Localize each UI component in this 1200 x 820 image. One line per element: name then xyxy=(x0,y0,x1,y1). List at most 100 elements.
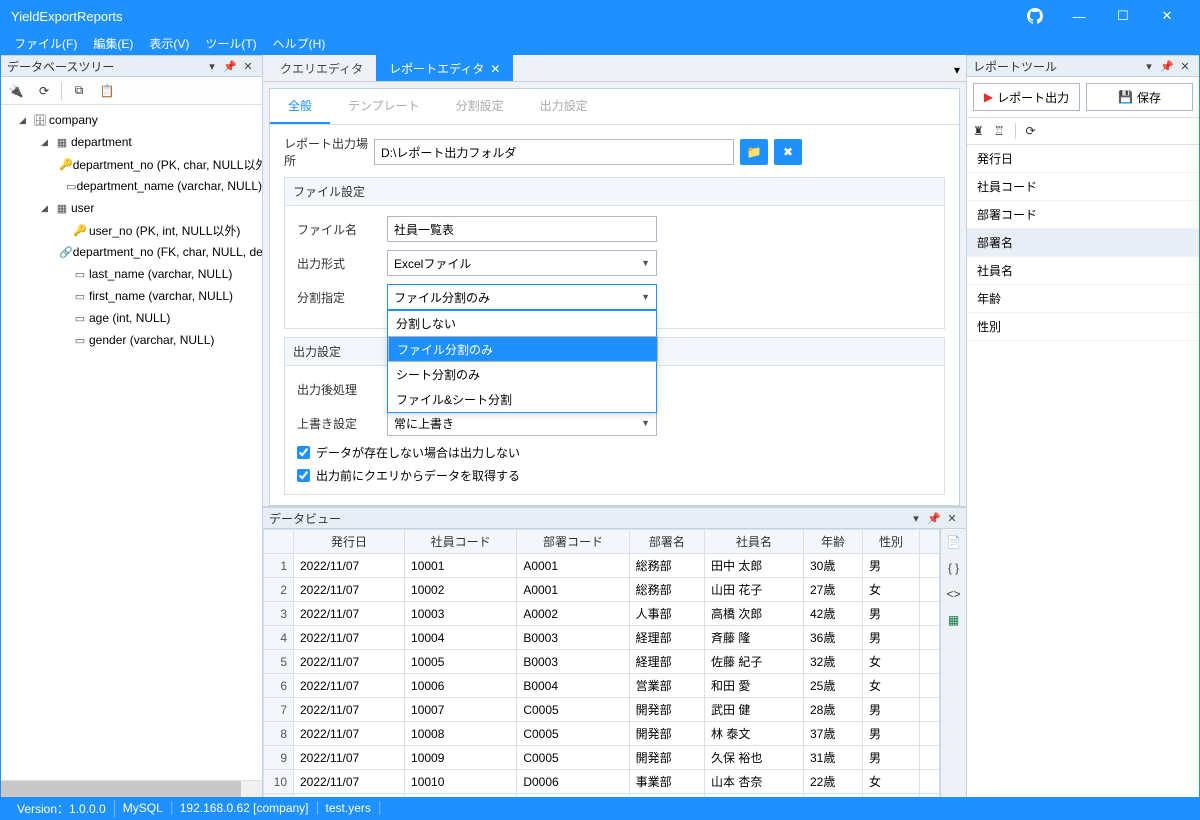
tabs-dropdown-icon[interactable]: ▾ xyxy=(948,59,966,81)
tree-table-node[interactable]: ◢▦user xyxy=(1,197,262,219)
menu-item[interactable]: 編集(E) xyxy=(85,35,141,52)
check-no-data[interactable] xyxy=(297,446,310,459)
export-json-icon[interactable]: { } xyxy=(945,559,963,577)
tab-query-editor[interactable]: クエリエディタ xyxy=(267,55,376,81)
tree-column-node[interactable]: ▭gender (varchar, NULL) xyxy=(1,329,262,351)
tool-icon-1[interactable]: ♜ xyxy=(973,124,984,138)
clear-path-button[interactable]: ✖ xyxy=(774,139,802,165)
export-xml-icon[interactable]: <> xyxy=(945,585,963,603)
tree-column-node[interactable]: ▭age (int, NULL) xyxy=(1,307,262,329)
copy-icon[interactable]: ⧉ xyxy=(68,80,90,102)
tree-column-node[interactable]: 🔑user_no (PK, int, NULL以外) xyxy=(1,219,262,241)
github-icon[interactable] xyxy=(1013,1,1057,31)
table-row[interactable]: 72022/11/0710007C0005開発部武田 健28歳男 xyxy=(264,698,940,722)
grid-header[interactable]: 性別 xyxy=(863,530,920,554)
tree-db-node[interactable]: ◢🗄company xyxy=(1,109,262,131)
grid-header[interactable]: 年齢 xyxy=(804,530,863,554)
main-tabs: クエリエディタ レポートエディタ✕ ▾ xyxy=(263,55,966,82)
panel-close-icon[interactable]: ✕ xyxy=(944,510,960,526)
tab-close-icon[interactable]: ✕ xyxy=(490,62,500,76)
subtab[interactable]: 全般 xyxy=(270,89,330,124)
pin-icon[interactable]: 📌 xyxy=(926,510,942,526)
tree-column-node[interactable]: 🔗department_no (FK, char, NULL, departme… xyxy=(1,241,262,263)
grid-header[interactable]: 発行日 xyxy=(294,530,405,554)
grid-header[interactable]: 部署名 xyxy=(629,530,704,554)
grid-header[interactable]: 部署コード xyxy=(517,530,629,554)
field-list-item[interactable]: 年齢 xyxy=(967,285,1199,313)
format-select[interactable]: Excelファイル▼ xyxy=(387,250,657,276)
report-tool-header: レポートツール ▾ 📌 ✕ xyxy=(967,55,1199,77)
table-row[interactable]: 42022/11/0710004B0003経理部斉藤 隆36歳男 xyxy=(264,626,940,650)
filename-input[interactable] xyxy=(387,216,657,242)
minimize-button[interactable]: ― xyxy=(1057,1,1101,31)
table-row[interactable]: 92022/11/0710009C0005開発部久保 裕也31歳男 xyxy=(264,746,940,770)
table-row[interactable]: 12022/11/0710001A0001総務部田中 太郎30歳男 xyxy=(264,554,940,578)
database-tree[interactable]: ◢🗄company◢▦department🔑department_no (PK,… xyxy=(1,105,262,780)
split-option[interactable]: 分割しない xyxy=(388,311,656,336)
tab-report-editor[interactable]: レポートエディタ✕ xyxy=(376,55,513,81)
split-option[interactable]: ファイル分割のみ xyxy=(388,336,658,362)
tree-column-node[interactable]: 🔑department_no (PK, char, NULL以外) xyxy=(1,153,262,175)
refresh-icon[interactable]: ⟳ xyxy=(1026,124,1036,138)
tree-scrollbar[interactable] xyxy=(1,780,262,797)
pin-icon[interactable]: 📌 xyxy=(1159,58,1175,74)
field-list-item[interactable]: 部署コード xyxy=(967,201,1199,229)
maximize-button[interactable]: ☐ xyxy=(1101,1,1145,31)
check-prefetch-label: 出力前にクエリからデータを取得する xyxy=(316,467,520,484)
table-row[interactable]: 102022/11/0710010D0006事業部山本 杏奈22歳女 xyxy=(264,770,940,794)
dropdown-icon[interactable]: ▾ xyxy=(908,510,924,526)
dropdown-icon[interactable]: ▾ xyxy=(204,58,220,74)
chevron-down-icon: ▼ xyxy=(641,418,650,428)
panel-close-icon[interactable]: ✕ xyxy=(240,58,256,74)
table-row[interactable]: 32022/11/0710003A0002人事部高橋 次郎42歳男 xyxy=(264,602,940,626)
field-list-item[interactable]: 社員名 xyxy=(967,257,1199,285)
check-prefetch[interactable] xyxy=(297,469,310,482)
field-list-item[interactable]: 性別 xyxy=(967,313,1199,341)
tree-column-node[interactable]: ▭first_name (varchar, NULL) xyxy=(1,285,262,307)
browse-folder-button[interactable]: 📁 xyxy=(740,139,768,165)
close-button[interactable]: ✕ xyxy=(1145,1,1189,31)
subtab[interactable]: テンプレート xyxy=(330,89,438,124)
refresh-icon[interactable]: ⟳ xyxy=(33,80,55,102)
field-list-item[interactable]: 社員コード xyxy=(967,173,1199,201)
grid-header[interactable]: 社員コード xyxy=(405,530,517,554)
tree-table-node[interactable]: ◢▦department xyxy=(1,131,262,153)
grid-header[interactable]: 社員名 xyxy=(705,530,804,554)
table-row[interactable]: 82022/11/0710008C0005開発部林 泰文37歳男 xyxy=(264,722,940,746)
menu-item[interactable]: ヘルプ(H) xyxy=(265,35,334,52)
output-path-input[interactable] xyxy=(374,139,734,165)
tree-column-node[interactable]: ▭department_name (varchar, NULL) xyxy=(1,175,262,197)
format-label: 出力形式 xyxy=(297,255,387,272)
tool-icon-2[interactable]: ♖ xyxy=(994,124,1005,138)
menu-item[interactable]: ツール(T) xyxy=(197,35,264,52)
field-list-item[interactable]: 発行日 xyxy=(967,145,1199,173)
save-button[interactable]: 💾保存 xyxy=(1086,83,1193,111)
tree-toolbar: 🔌 ⟳ ⧉ 📋 xyxy=(1,77,262,105)
menu-item[interactable]: 表示(V) xyxy=(141,35,197,52)
paste-icon[interactable]: 📋 xyxy=(96,80,118,102)
table-row[interactable]: 22022/11/0710002A0001総務部山田 花子27歳女 xyxy=(264,578,940,602)
split-option[interactable]: ファイル&シート分割 xyxy=(388,387,656,412)
panel-close-icon[interactable]: ✕ xyxy=(1177,58,1193,74)
dropdown-icon[interactable]: ▾ xyxy=(1141,58,1157,74)
overwrite-select[interactable]: 常に上書き▼ xyxy=(387,410,657,436)
pin-icon[interactable]: 📌 xyxy=(222,58,238,74)
table-row[interactable]: 62022/11/0710006B0004営業部和田 愛25歳女 xyxy=(264,674,940,698)
menu-item[interactable]: ファイル(F) xyxy=(6,35,85,52)
split-option[interactable]: シート分割のみ xyxy=(388,362,656,387)
subtab[interactable]: 分割設定 xyxy=(438,89,522,124)
subtab[interactable]: 出力設定 xyxy=(522,89,606,124)
table-row[interactable]: 52022/11/0710005B0003経理部佐藤 紀子32歳女 xyxy=(264,650,940,674)
report-output-button[interactable]: ▶レポート出力 xyxy=(973,83,1080,111)
export-csv-icon[interactable]: 📄 xyxy=(945,533,963,551)
split-select[interactable]: ファイル分割のみ▼ 分割しないファイル分割のみシート分割のみファイル&シート分割 xyxy=(387,284,657,310)
status-bar: Version：1.0.0.0 MySQL 192.168.0.62 [comp… xyxy=(1,797,1199,819)
field-list[interactable]: 発行日社員コード部署コード部署名社員名年齢性別 xyxy=(967,145,1199,797)
connect-icon[interactable]: 🔌 xyxy=(5,80,27,102)
data-grid[interactable]: 発行日社員コード部署コード部署名社員名年齢性別12022/11/0710001A… xyxy=(263,529,940,797)
export-excel-icon[interactable]: ▦ xyxy=(945,611,963,629)
status-db: MySQL xyxy=(115,801,172,815)
split-dropdown: 分割しないファイル分割のみシート分割のみファイル&シート分割 xyxy=(387,310,657,413)
field-list-item[interactable]: 部署名 xyxy=(967,229,1199,257)
tree-column-node[interactable]: ▭last_name (varchar, NULL) xyxy=(1,263,262,285)
